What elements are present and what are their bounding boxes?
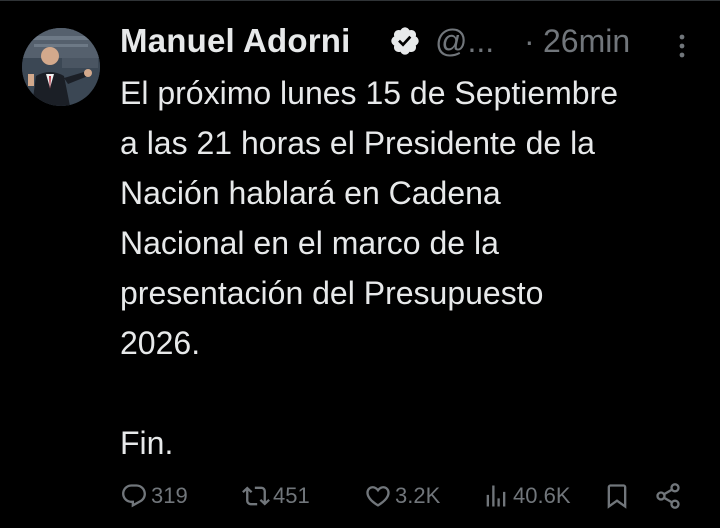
share-icon <box>656 483 680 509</box>
like-count: 3.2K <box>395 483 441 508</box>
tweet-text-closing: Fin. <box>120 425 174 461</box>
share-button[interactable] <box>654 476 682 516</box>
tweet-header: Manuel Adorni @... · 26min <box>120 22 700 62</box>
tweet-text-line: Nacional en el marco de la <box>120 225 499 261</box>
tweet-text: El próximo lunes 15 de Septiembre a las … <box>120 68 710 468</box>
tweet-text-line: El próximo lunes 15 de Septiembre <box>120 75 619 111</box>
time-separator: · <box>524 23 535 59</box>
retweet-button[interactable]: 451 <box>242 476 310 516</box>
reply-count: 319 <box>151 483 188 508</box>
tweet-text-line: 2026. <box>120 325 201 361</box>
reply-button[interactable]: 319 <box>120 476 188 516</box>
views-count: 40.6K <box>513 483 571 508</box>
bookmark-button[interactable] <box>603 476 631 516</box>
tweet-timestamp[interactable]: 26min <box>543 23 630 60</box>
views-button[interactable]: 40.6K <box>482 476 571 516</box>
avatar[interactable] <box>22 28 100 106</box>
like-button[interactable]: 3.2K <box>364 476 440 516</box>
reply-icon <box>122 484 146 508</box>
author-handle[interactable]: @... <box>435 23 494 60</box>
views-icon <box>486 485 506 507</box>
author-display-name[interactable]: Manuel Adorni <box>120 22 351 60</box>
tweet-text-line: a las 21 horas el Presidente de la <box>120 125 595 161</box>
retweet-icon <box>242 486 270 506</box>
tweet-text-spacer <box>120 368 710 418</box>
avatar-photo-icon <box>22 28 100 106</box>
more-options-icon[interactable] <box>674 32 690 60</box>
top-divider <box>0 0 720 1</box>
bookmark-icon <box>607 484 627 509</box>
tweet-text-line: Nación hablará en Cadena <box>120 175 501 211</box>
heart-icon <box>366 486 390 507</box>
tweet-actions-bar: 319 451 3.2K 40.6K <box>0 476 720 516</box>
tweet-text-line: presentación del Presupuesto <box>120 275 544 311</box>
verified-badge-icon <box>391 27 419 55</box>
retweet-count: 451 <box>273 483 310 508</box>
